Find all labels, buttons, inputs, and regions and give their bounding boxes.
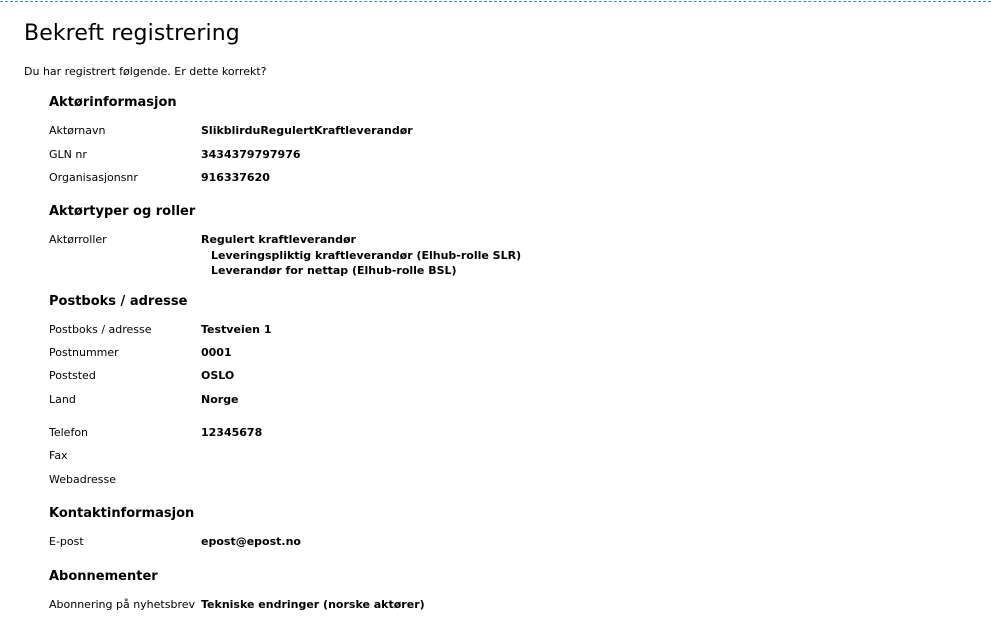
label-aktorroller: Aktørroller — [49, 233, 107, 246]
value-sub-role: Leveringspliktig kraftleverandør (Elhub-… — [211, 249, 522, 262]
label-postboks-adresse: Postboks / adresse — [49, 323, 152, 336]
value-postboks-adresse: Testveien 1 — [201, 323, 272, 336]
section-heading-abonnementer: Abonnementer — [49, 569, 158, 584]
value-nyhetsbrev: Tekniske endringer (norske aktører) — [201, 598, 425, 611]
section-heading-aktorinformasjon: Aktørinformasjon — [49, 95, 177, 110]
section-heading-postboks-adresse: Postboks / adresse — [49, 294, 188, 309]
value-telefon: 12345678 — [201, 426, 263, 439]
section-heading-aktortyper-og-roller: Aktørtyper og roller — [49, 204, 196, 219]
label-postnummer: Postnummer — [49, 346, 119, 359]
label-telefon: Telefon — [49, 426, 89, 439]
value-aktornavn: SlikblirduRegulertKraftleverandør — [201, 124, 413, 137]
page-title: Bekreft registrering — [24, 21, 240, 46]
value-sub-role: Leverandør for nettap (Elhub-rolle BSL) — [211, 264, 457, 277]
intro-text: Du har registrert følgende. Er dette kor… — [24, 65, 267, 78]
section-heading-kontaktinformasjon: Kontaktinformasjon — [49, 506, 195, 521]
value-postnummer: 0001 — [201, 346, 232, 359]
label-aktornavn: Aktørnavn — [49, 124, 106, 137]
label-poststed: Poststed — [49, 369, 96, 382]
value-poststed: OSLO — [201, 369, 235, 382]
label-fax: Fax — [49, 449, 68, 462]
label-gln-nr: GLN nr — [49, 148, 87, 161]
label-organisasjonsnr: Organisasjonsnr — [49, 171, 138, 184]
value-gln-nr: 3434379797976 — [201, 148, 301, 161]
value-main-role: Regulert kraftleverandør — [201, 233, 356, 246]
value-organisasjonsnr: 916337620 — [201, 171, 270, 184]
label-webadresse: Webadresse — [49, 473, 116, 486]
label-nyhetsbrev: Abonnering på nyhetsbrev — [49, 598, 196, 611]
label-land: Land — [49, 393, 76, 406]
value-e-post: epost@epost.no — [201, 535, 301, 548]
top-dashed-border — [0, 1, 991, 2]
label-e-post: E-post — [49, 535, 84, 548]
value-land: Norge — [201, 393, 239, 406]
